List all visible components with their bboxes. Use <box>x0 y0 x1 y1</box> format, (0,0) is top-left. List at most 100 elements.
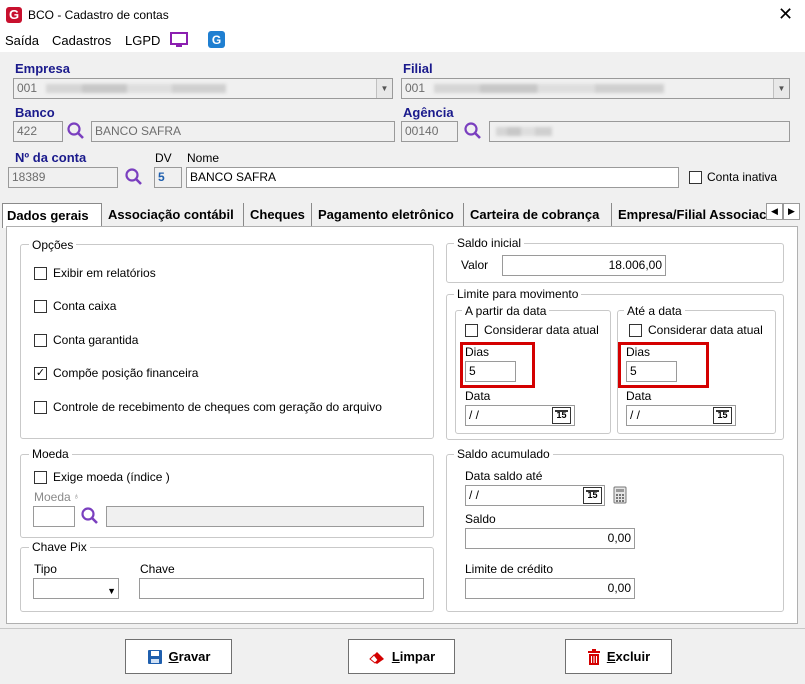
menu-bar: Saída Cadastros LGPD G <box>0 30 805 52</box>
calculator-icon[interactable] <box>613 486 627 504</box>
tab-cheques[interactable]: Cheques <box>246 203 312 227</box>
gravar-label-rest: ravar <box>178 649 211 664</box>
conta-number-field[interactable]: 18389 <box>8 167 118 188</box>
empresa-name-redacted <box>46 84 226 93</box>
filial-name-redacted <box>434 84 664 93</box>
chevron-down-icon[interactable]: ▼ <box>376 79 392 98</box>
exige-moeda-checkbox[interactable] <box>34 471 47 484</box>
saldo-field[interactable]: 0,00 <box>465 528 635 549</box>
trash-icon <box>587 648 600 665</box>
limpar-label-mnemonic: L <box>391 649 400 664</box>
nome-field[interactable]: BANCO SAFRA <box>186 167 679 188</box>
excluir-label: Excluir <box>607 649 650 664</box>
moeda-code-field[interactable] <box>33 506 75 527</box>
tab-associacao-contabil[interactable]: Associação contábil <box>104 203 244 227</box>
tab-pagamento-eletronico[interactable]: Pagamento eletrônico <box>314 203 464 227</box>
chave-field[interactable] <box>139 578 424 599</box>
filial-select[interactable]: 001 ▼ <box>401 78 790 99</box>
svg-text:G: G <box>212 33 221 47</box>
window-title: BCO - Cadastro de contas <box>28 8 169 22</box>
chevron-down-icon[interactable]: ▼ <box>107 584 116 598</box>
gravar-button[interactable]: Gravar <box>125 639 232 674</box>
chevron-right-icon[interactable]: ▶ <box>783 203 800 220</box>
limite-credito-field[interactable]: 0,00 <box>465 578 635 599</box>
conta-label: Nº da conta <box>15 150 87 165</box>
menu-saida[interactable]: Saída <box>5 33 39 48</box>
banco-code-field[interactable]: 422 <box>13 121 63 142</box>
conta-caixa-label: Conta caixa <box>53 299 117 313</box>
moeda-title: Moeda <box>29 447 72 461</box>
search-icon[interactable] <box>66 121 86 141</box>
conta-caixa-checkbox[interactable] <box>34 300 47 313</box>
ate-dias-label: Dias <box>626 345 651 359</box>
exibir-relatorios-checkbox[interactable] <box>34 267 47 280</box>
chave-label: Chave <box>140 562 175 576</box>
a-partir-title: A partir da data <box>462 304 550 318</box>
moeda-label: Moeda <box>34 490 71 504</box>
calendar-icon[interactable]: 15 <box>713 407 732 424</box>
close-icon[interactable]: ✕ <box>778 4 793 25</box>
search-icon[interactable] <box>124 167 144 187</box>
menu-lgpd[interactable]: LGPD <box>125 33 160 48</box>
saldo-inicial-valor-field[interactable]: 18.006,00 <box>502 255 666 276</box>
a-partir-dias-label: Dias <box>465 345 490 359</box>
menu-cadastros[interactable]: Cadastros <box>52 33 111 48</box>
saldo-acumulado-title: Saldo acumulado <box>454 447 553 461</box>
a-partir-considerar-checkbox[interactable] <box>465 324 478 337</box>
conta-inativa-label: Conta inativa <box>707 170 778 184</box>
calendar-icon[interactable]: 15 <box>552 407 571 424</box>
filial-code: 001 <box>405 81 426 95</box>
chave-pix-title: Chave Pix <box>29 540 90 554</box>
agencia-name-field <box>489 121 790 142</box>
a-partir-considerar-label: Considerar data atual <box>484 323 599 337</box>
limite-credito-label: Limite de crédito <box>465 562 554 576</box>
conta-inativa-checkbox[interactable] <box>689 171 702 184</box>
ate-dias-field[interactable]: 5 <box>626 361 677 382</box>
ate-data-label: Data <box>626 389 652 403</box>
chevron-left-icon[interactable]: ◀ <box>766 203 783 220</box>
compoe-posicao-checkbox[interactable]: ✓ <box>34 367 47 380</box>
excluir-button[interactable]: Excluir <box>565 639 672 674</box>
app-shortcut-icon[interactable]: G <box>208 31 225 48</box>
limpar-button[interactable]: Limpar <box>348 639 455 674</box>
tab-scroll: ◀ ▶ <box>766 203 800 220</box>
ate-considerar-checkbox[interactable] <box>629 324 642 337</box>
search-icon[interactable] <box>463 121 483 141</box>
monitor-icon[interactable] <box>170 32 188 48</box>
data-saldo-label: Data saldo até <box>465 469 543 483</box>
conta-garantida-checkbox[interactable] <box>34 334 47 347</box>
a-partir-dias-field[interactable]: 5 <box>465 361 516 382</box>
nome-label: Nome <box>187 151 220 165</box>
calendar-icon[interactable]: 15 <box>583 487 602 504</box>
tab-dados-gerais[interactable]: Dados gerais <box>2 203 102 228</box>
compoe-posicao-label: Compõe posição financeira <box>53 366 199 380</box>
chevron-down-icon[interactable]: ▼ <box>773 79 789 98</box>
controle-cheques-checkbox[interactable] <box>34 401 47 414</box>
agencia-name-redacted <box>496 127 552 136</box>
empresa-select[interactable]: 001 ▼ <box>13 78 393 99</box>
search-icon[interactable] <box>80 506 100 526</box>
empresa-label: Empresa <box>15 61 70 76</box>
filial-label: Filial <box>403 61 433 76</box>
limite-movimento-title: Limite para movimento <box>454 287 582 301</box>
ate-considerar-label: Considerar data atual <box>648 323 763 337</box>
gravar-label: Gravar <box>169 649 211 664</box>
agencia-code-field[interactable]: 00140 <box>401 121 458 142</box>
a-partir-data-label: Data <box>465 389 491 403</box>
limpar-label: Limpar <box>392 649 435 664</box>
tipo-label: Tipo <box>34 562 57 576</box>
dv-label: DV <box>155 151 172 165</box>
tab-empresa-filial[interactable]: Empresa/Filial Associac <box>614 203 766 227</box>
tipo-select[interactable]: ▼ <box>33 578 119 599</box>
app-logo-icon: G <box>6 7 22 23</box>
dv-field[interactable]: 5 <box>154 167 182 188</box>
saldo-inicial-title: Saldo inicial <box>454 236 525 250</box>
excluir-label-rest: xcluir <box>615 649 651 664</box>
tab-carteira-cobranca[interactable]: Carteira de cobrança <box>466 203 612 227</box>
limpar-label-rest: impar <box>399 649 436 664</box>
conta-garantida-label: Conta garantida <box>53 333 139 347</box>
agencia-label: Agência <box>403 105 454 120</box>
exibir-relatorios-label: Exibir em relatórios <box>53 266 156 280</box>
save-icon <box>147 649 162 664</box>
opcoes-title: Opções <box>29 238 77 252</box>
